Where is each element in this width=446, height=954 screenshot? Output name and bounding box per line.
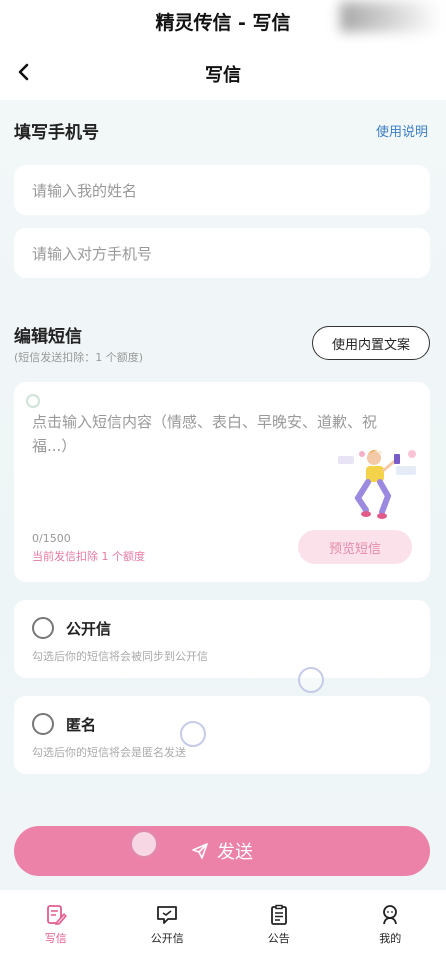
tab-write-label: 写信 <box>44 932 67 945</box>
name-input-placeholder: 请输入我的姓名 <box>32 181 138 200</box>
page-title: 写信 <box>205 65 241 86</box>
message-icon <box>157 906 178 924</box>
write-icon <box>46 905 67 925</box>
touch-indicator <box>180 721 206 747</box>
status-bar: 精灵传信 - 写信 <box>0 0 446 40</box>
tab-write[interactable]: 写信 <box>0 890 112 954</box>
clipboard-icon <box>270 904 287 925</box>
public-letter-desc: 勾选后你的短信将会被同步到公开信 <box>32 650 208 663</box>
touch-indicator <box>298 667 324 693</box>
girl-phone-illustration-icon <box>338 450 416 519</box>
main-content: 填写手机号 使用说明 请输入我的姓名 请输入对方手机号 编辑短信 (短信发送扣除… <box>0 100 446 890</box>
phone-section-title: 填写手机号 <box>14 123 99 143</box>
send-button[interactable]: 发送 <box>14 826 430 876</box>
anonymous-desc: 勾选后你的短信将会是匿名发送 <box>32 746 186 759</box>
anonymous-radio[interactable] <box>32 713 54 735</box>
help-link[interactable]: 使用说明 <box>376 121 428 140</box>
window-title: 精灵传信 - 写信 <box>155 12 291 34</box>
char-counter: 0/1500 <box>32 532 71 545</box>
tab-public-letter[interactable]: 公开信 <box>112 890 224 954</box>
quota-deduct-note: 当前发信扣除 1 个额度 <box>32 550 145 563</box>
phone-input-placeholder: 请输入对方手机号 <box>32 244 153 263</box>
user-icon <box>383 905 398 925</box>
paper-plane-icon <box>192 843 208 859</box>
tab-public-letter-label: 公开信 <box>150 932 184 945</box>
name-input[interactable]: 请输入我的姓名 <box>14 165 430 215</box>
tab-mine[interactable]: 我的 <box>335 890 446 954</box>
public-letter-label: 公开信 <box>66 620 112 638</box>
sms-quota-note: (短信发送扣除：1 个额度) <box>14 351 144 364</box>
send-button-label: 发送 <box>217 842 253 863</box>
touch-indicator <box>26 394 40 408</box>
bottom-tab-bar: 写信 公开信 公告 我的 <box>0 890 446 954</box>
status-bar-blur <box>340 2 440 32</box>
anonymous-label: 匿名 <box>66 716 97 734</box>
template-button[interactable]: 使用内置文案 <box>312 326 430 360</box>
sms-content-area[interactable]: 点击输入短信内容（情感、表白、早晚安、道歉、祝福...） 0/1500 当前发信… <box>14 382 430 582</box>
touch-indicator <box>130 830 158 858</box>
tab-mine-label: 我的 <box>379 932 402 945</box>
public-letter-option[interactable]: 公开信 勾选后你的短信将会被同步到公开信 <box>14 600 430 678</box>
anonymous-option[interactable]: 匿名 勾选后你的短信将会是匿名发送 <box>14 696 430 774</box>
public-letter-radio[interactable] <box>32 617 54 639</box>
tab-announcement-label: 公告 <box>267 932 290 945</box>
preview-sms-button[interactable]: 预览短信 <box>298 530 412 564</box>
tab-announcement[interactable]: 公告 <box>223 890 335 954</box>
nav-bar: 写信 <box>0 44 446 100</box>
phone-input[interactable]: 请输入对方手机号 <box>14 228 430 278</box>
sms-section-title: 编辑短信 <box>14 327 82 347</box>
